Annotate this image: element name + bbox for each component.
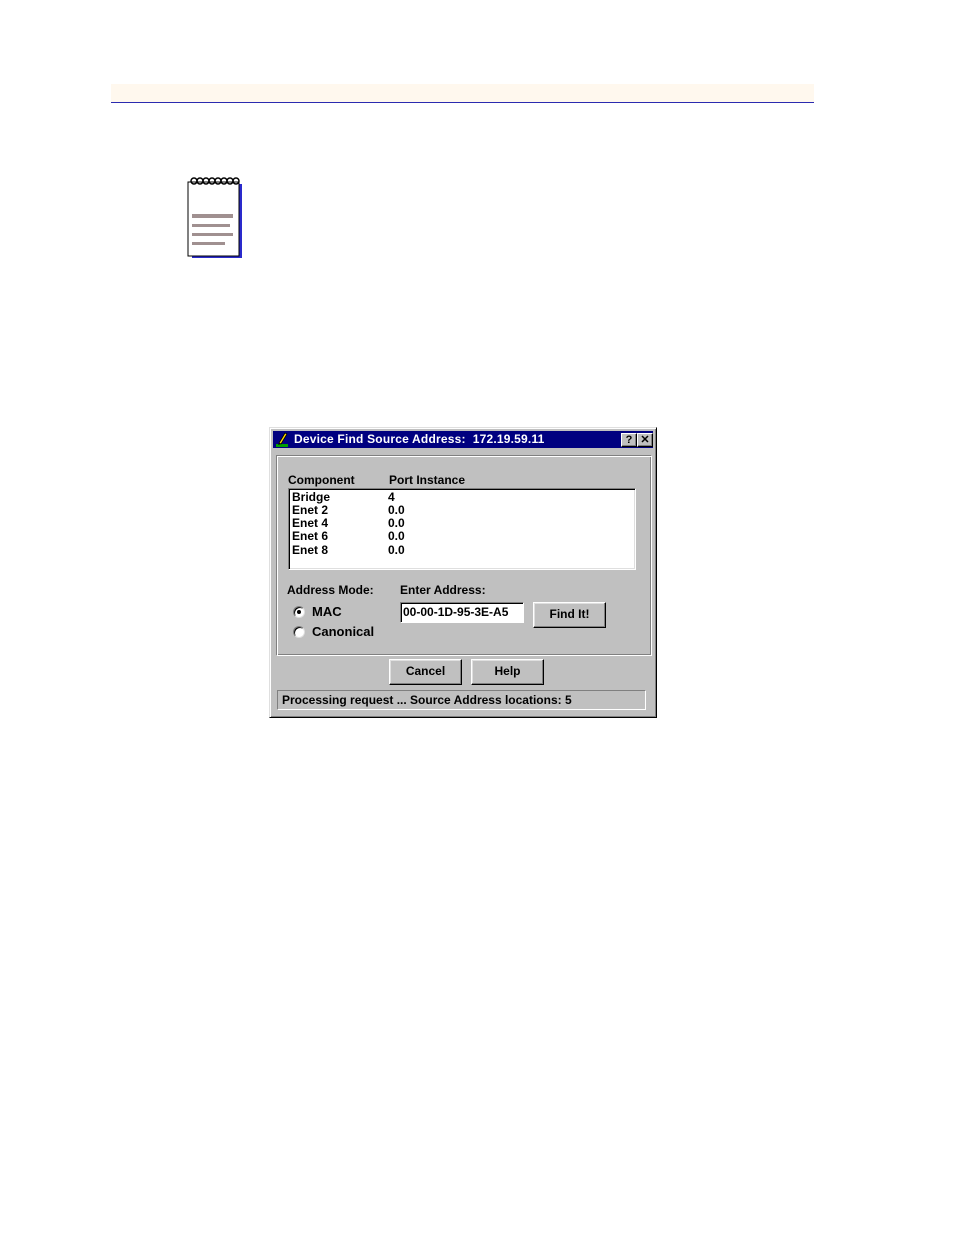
port-instance-cell: 0.0 — [388, 516, 405, 530]
notepad-icon — [187, 177, 242, 258]
port-instance-cell: 0.0 — [388, 529, 405, 543]
radio-selected-dot — [297, 610, 301, 614]
component-cell: Enet 8 — [292, 543, 329, 557]
component-cell: Enet 4 — [292, 516, 329, 530]
canonical-radio[interactable] — [293, 626, 305, 638]
find-it-button[interactable]: Find It! — [533, 602, 606, 628]
component-list[interactable]: Bridge 4 Enet 2 0.0 Enet 4 0.0 Enet 6 0.… — [288, 488, 636, 570]
status-bar: Processing request ... Source Address lo… — [277, 690, 646, 710]
address-mode-label: Address Mode: — [287, 583, 374, 597]
component-cell: Bridge — [292, 490, 331, 504]
cancel-button[interactable]: Cancel — [389, 659, 462, 685]
pencil-app-icon — [276, 432, 288, 447]
mac-radio[interactable] — [293, 606, 305, 618]
page-header-band — [111, 84, 814, 103]
port-instance-cell: 0.0 — [388, 503, 405, 517]
dialog-title: Device Find Source Address: 172.19.59.11 — [294, 432, 545, 446]
column-header-component: Component — [288, 473, 355, 487]
column-header-port-instance: Port Instance — [389, 473, 466, 487]
port-instance-cell: 4 — [388, 490, 395, 504]
title-bar[interactable]: Device Find Source Address: 172.19.59.11… — [273, 431, 653, 448]
device-find-source-address-dialog: Device Find Source Address: 172.19.59.11… — [269, 427, 657, 718]
help-button[interactable]: Help — [471, 659, 544, 685]
title-help-button[interactable]: ? — [621, 433, 637, 447]
title-close-button[interactable]: ✕ — [637, 433, 653, 447]
port-instance-cell: 0.0 — [388, 543, 405, 557]
enter-address-label: Enter Address: — [400, 583, 486, 597]
canonical-radio-label[interactable]: Canonical — [312, 624, 374, 639]
component-cell: Enet 2 — [292, 503, 329, 517]
component-cell: Enet 6 — [292, 529, 329, 543]
mac-radio-label[interactable]: MAC — [312, 604, 342, 619]
address-input[interactable]: 00-00-1D-95-3E-A5 — [400, 602, 524, 623]
